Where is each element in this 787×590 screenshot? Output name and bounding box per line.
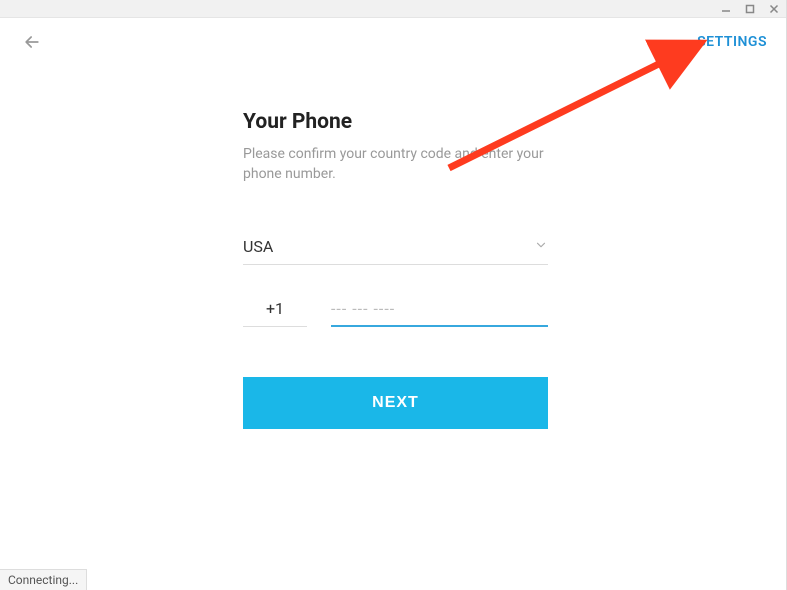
chevron-down-icon	[534, 237, 548, 256]
maximize-button[interactable]	[743, 2, 757, 16]
page-subtitle: Please confirm your country code and ent…	[243, 144, 548, 185]
login-form: Your Phone Please confirm your country c…	[243, 110, 548, 429]
top-bar: SETTINGS	[0, 18, 787, 66]
status-bar: Connecting...	[0, 569, 87, 590]
page-title: Your Phone	[243, 110, 548, 134]
back-button[interactable]	[20, 30, 44, 54]
window-titlebar	[0, 0, 787, 18]
close-button[interactable]	[767, 2, 781, 16]
country-code-input[interactable]	[243, 299, 307, 327]
next-button[interactable]: NEXT	[243, 377, 548, 429]
country-selected-label: USA	[243, 237, 273, 256]
arrow-left-icon	[22, 32, 42, 52]
minimize-button[interactable]	[719, 2, 733, 16]
phone-row	[243, 299, 548, 327]
settings-link[interactable]: SETTINGS	[697, 34, 767, 50]
country-select[interactable]: USA	[243, 237, 548, 265]
phone-number-input[interactable]	[331, 299, 548, 327]
